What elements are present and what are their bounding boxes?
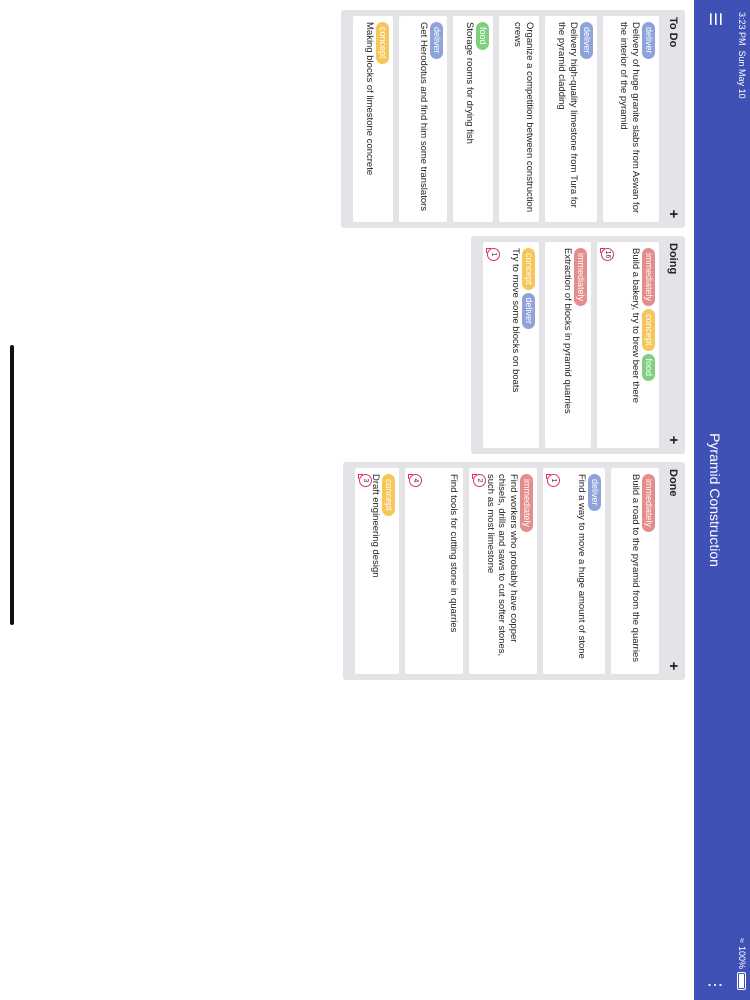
add-card-button[interactable]: + (664, 206, 682, 222)
column-header: Done + (659, 462, 685, 680)
status-bar: 3:23 PM Sun May 10 ≈ 100% (734, 0, 750, 1000)
card-text: Making blocks of limestone concrete (364, 22, 375, 176)
card-text: Build a bakery, try to brew beer there (630, 248, 641, 404)
card[interactable]: immediately concept food Build a bakery,… (597, 242, 659, 448)
card-text: Find tools for cutting stone in quarries (448, 474, 459, 633)
card-tags: immediately concept food (642, 248, 655, 442)
card-text: Try to move some blocks on boats (510, 248, 521, 393)
tag-deliver: deliver (588, 474, 601, 511)
comment-count-badge: 16 (601, 248, 614, 261)
card-text: Organize a competition between construct… (512, 22, 536, 213)
card-text: Draft engineering design (370, 474, 381, 578)
battery-percent: 100% (737, 945, 747, 969)
tag-concept: concept (376, 22, 389, 64)
card[interactable]: deliver Delivery of huge granite slabs f… (603, 16, 659, 222)
comment-count-badge: 3 (359, 474, 372, 487)
card-text: Delivery high-quality limestone from Tur… (556, 22, 580, 208)
status-date-text: Sun May 10 (737, 50, 747, 99)
tag-food: food (642, 353, 655, 382)
page-title: Pyramid Construction (707, 433, 723, 567)
card[interactable]: deliver Get Herodotus and find him some … (399, 16, 447, 222)
card[interactable]: deliver Find a way to move a huge amount… (543, 468, 605, 674)
card[interactable]: deliver Delivery high-quality limestone … (545, 16, 597, 222)
card-tags: concept (376, 22, 389, 216)
card-text: Find workers who probably have copper ch… (485, 474, 519, 657)
card-tags: immediately (642, 474, 655, 668)
card-text: Get Herodotus and find him some translat… (418, 22, 429, 212)
card[interactable]: concept deliver Try to move some blocks … (483, 242, 539, 448)
card[interactable]: immediately Find workers who probably ha… (469, 468, 537, 674)
comment-count-badge: 1 (547, 474, 560, 487)
card-text: Find a way to move a huge amount of ston… (576, 474, 587, 659)
card-tags: food (476, 22, 489, 216)
add-card-button[interactable]: + (664, 432, 682, 448)
home-indicator[interactable] (10, 345, 14, 625)
column-title: Doing (667, 243, 679, 275)
column-title: Done (667, 469, 679, 497)
card[interactable]: concept Draft engineering design 3 (355, 468, 399, 674)
add-card-button[interactable]: + (664, 658, 682, 674)
card-text: Storage rooms for drying fish (464, 22, 475, 144)
tag-deliver: deliver (642, 22, 655, 59)
tag-deliver: deliver (430, 22, 443, 59)
comment-count-badge: 4 (409, 474, 422, 487)
card[interactable]: immediately Extraction of blocks in pyra… (545, 242, 591, 448)
card-text: Delivery of huge granite slabs from Aswa… (618, 22, 642, 214)
card-tags: immediately (574, 248, 587, 442)
app-screen: 3:23 PM Sun May 10 ≈ 100% ☰ Pyramid Cons… (0, 0, 750, 1000)
column-done: Done + immediately Build a road to the p… (343, 462, 685, 680)
comment-count-badge: 2 (473, 474, 486, 487)
tag-deliver: deliver (522, 292, 535, 330)
status-right: ≈ 100% (737, 938, 747, 990)
tag-concept: concept (642, 309, 655, 351)
column-title: To Do (667, 17, 679, 48)
column-todo: To Do + deliver Delivery of huge granite… (341, 10, 685, 228)
card[interactable]: Find tools for cutting stone in quarries… (405, 468, 463, 674)
more-vert-icon[interactable]: ⋮ (704, 976, 724, 994)
card[interactable]: Organize a competition between construct… (499, 16, 539, 222)
status-time: 3:23 PM Sun May 10 (737, 12, 747, 99)
card-tags: deliver (580, 22, 593, 216)
tag-immediately: immediately (642, 248, 655, 307)
tag-immediately: immediately (574, 248, 587, 307)
card-tags: concept (382, 474, 395, 668)
wifi-icon: ≈ (737, 938, 747, 943)
card[interactable]: food Storage rooms for drying fish (453, 16, 493, 222)
card-tags: deliver (642, 22, 655, 216)
card[interactable]: concept Making blocks of limestone concr… (353, 16, 393, 222)
tag-immediately: immediately (642, 474, 655, 533)
card-tags: concept deliver (522, 248, 535, 442)
tag-concept: concept (382, 474, 395, 516)
column-doing: Doing + immediately concept food Build a… (471, 236, 685, 454)
card-tags: deliver (588, 474, 601, 668)
comment-count-badge: 1 (487, 248, 500, 261)
status-time-text: 3:23 PM (737, 12, 747, 46)
card[interactable]: immediately Build a road to the pyramid … (611, 468, 659, 674)
card-tags: immediately (520, 474, 533, 668)
app-bar: ☰ Pyramid Construction ⋮ (694, 0, 734, 1000)
column-header: To Do + (659, 10, 685, 228)
tag-concept: concept (522, 248, 535, 290)
card-text: Extraction of blocks in pyramid quarries (562, 248, 573, 414)
column-header: Doing + (659, 236, 685, 454)
battery-icon (737, 972, 747, 990)
card-text: Build a road to the pyramid from the qua… (630, 474, 641, 662)
tag-immediately: immediately (520, 474, 533, 533)
card-tags: deliver (430, 22, 443, 216)
tag-food: food (476, 22, 489, 50)
tag-deliver: deliver (580, 22, 593, 59)
